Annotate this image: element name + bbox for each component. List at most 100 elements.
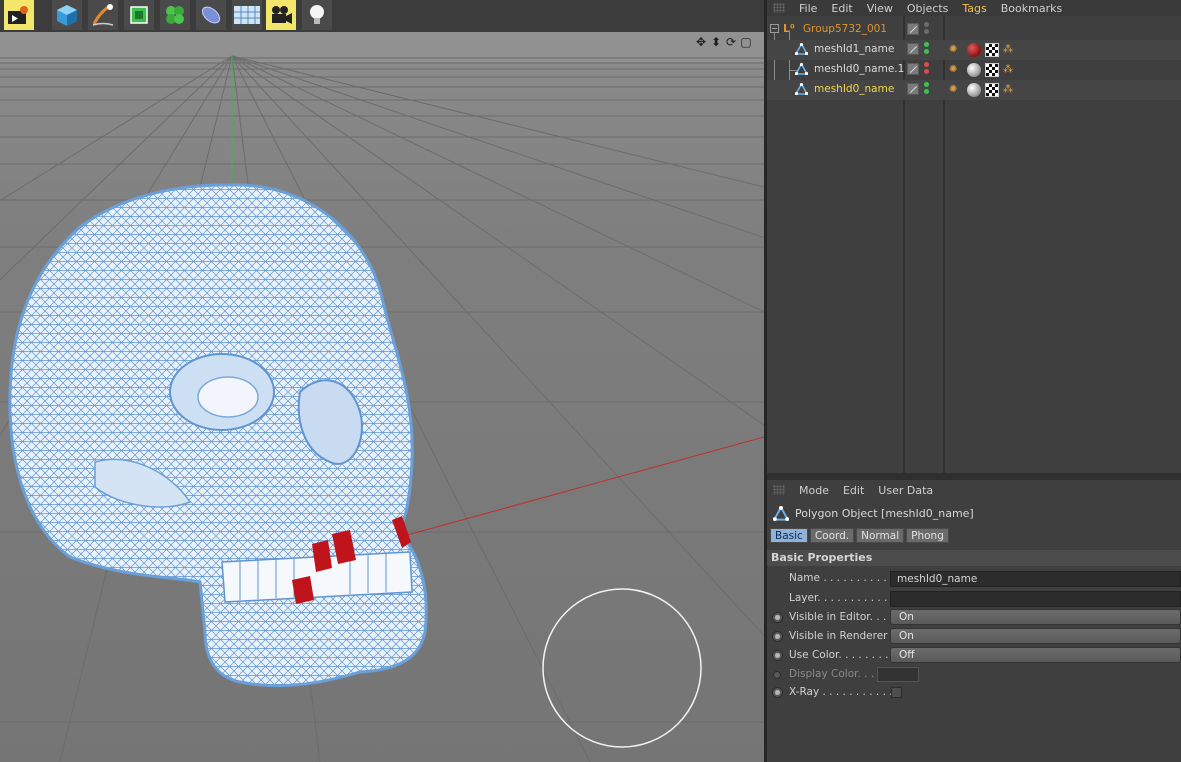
texture-tag-icon[interactable]: [985, 63, 999, 77]
viewport-nav: ✥ ⬍ ⟳ ▢: [695, 35, 752, 49]
tab-coord[interactable]: Coord.: [809, 528, 855, 543]
rotate-view-icon[interactable]: ⟳: [725, 35, 737, 49]
object-row[interactable]: meshId0_name.1 ✺ ⁂: [767, 60, 1181, 80]
prop-layer: Layer. . . . . . . . . . . .: [767, 590, 1181, 608]
visibility-toggle[interactable]: [907, 63, 919, 75]
visible-in-editor-dropdown[interactable]: On: [890, 609, 1181, 625]
deformer-icon[interactable]: [196, 0, 226, 30]
visibility-dots[interactable]: [924, 62, 930, 76]
texture-tag-icon[interactable]: [985, 83, 999, 97]
menu-edit[interactable]: Edit: [831, 2, 852, 15]
section-header: Basic Properties: [767, 550, 1181, 566]
menu-mode[interactable]: Mode: [799, 484, 829, 497]
gizmo-circle: [542, 588, 702, 748]
menu-file[interactable]: File: [799, 2, 817, 15]
material-tag-icon[interactable]: [967, 83, 981, 97]
grip-icon[interactable]: [773, 485, 785, 495]
prop-label: Name . . . . . . . . . . . .: [789, 572, 901, 584]
prop-label: Display Color. . .: [789, 668, 875, 680]
attribute-menubar: Mode Edit User Data: [767, 480, 1181, 500]
prop-display-color: Display Color. . . ▸: [767, 666, 1181, 684]
polygon-object-icon: [795, 83, 808, 95]
cloner-icon[interactable]: [160, 0, 190, 30]
prop-label: Layer. . . . . . . . . . . .: [789, 592, 895, 604]
visibility-dots[interactable]: [924, 42, 930, 56]
menu-user-data[interactable]: User Data: [878, 484, 933, 497]
material-tag-icon[interactable]: [967, 43, 981, 57]
null-object-icon: L⁰: [783, 22, 795, 35]
object-row[interactable]: meshId1_name ✺ ⁂: [767, 40, 1181, 60]
menu-edit[interactable]: Edit: [843, 484, 864, 497]
viewport-panel: ✥ ⬍ ⟳ ▢: [0, 0, 764, 762]
visibility-toggle[interactable]: [907, 23, 919, 35]
camera-icon[interactable]: [266, 0, 296, 30]
animate-radio[interactable]: [772, 687, 783, 698]
visibility-dots[interactable]: [924, 82, 930, 96]
prop-label: Visible in Renderer: [789, 630, 888, 642]
cinema4d-window: ✥ ⬍ ⟳ ▢ File Edit View Objects Tags Book…: [0, 0, 1181, 762]
cube-icon[interactable]: [52, 0, 82, 30]
animate-radio[interactable]: [772, 612, 783, 623]
grip-icon[interactable]: [773, 3, 785, 13]
subdivision-icon[interactable]: [124, 0, 154, 30]
menu-objects[interactable]: Objects: [907, 2, 949, 15]
object-row-group[interactable]: − L⁰ Group5732_001: [767, 20, 1181, 40]
phong-tag-icon[interactable]: ⁂: [1003, 43, 1017, 57]
phong-tag-icon[interactable]: ⁂: [1003, 63, 1017, 77]
uvw-tag-icon[interactable]: ✺: [949, 43, 963, 57]
tab-normal[interactable]: Normal: [856, 528, 905, 543]
animate-radio[interactable]: [772, 650, 783, 661]
attribute-tabs: Basic Coord. Normal Phong: [770, 528, 949, 543]
main-toolbar: [0, 0, 764, 32]
menu-bookmarks[interactable]: Bookmarks: [1001, 2, 1062, 15]
object-row-selected[interactable]: meshId0_name ✺ ⁂: [767, 80, 1181, 100]
object-manager: − L⁰ Group5732_001 meshId1_name ✺ ⁂ mesh…: [767, 16, 1181, 473]
visibility-dots[interactable]: [924, 22, 930, 36]
use-color-dropdown[interactable]: Off: [890, 647, 1181, 663]
render-settings-icon[interactable]: [4, 0, 34, 30]
texture-tag-icon[interactable]: [985, 43, 999, 57]
maximize-view-icon[interactable]: ▢: [740, 35, 752, 49]
viewport-scene: [0, 32, 764, 762]
layer-field[interactable]: [890, 591, 1181, 607]
display-color-swatch[interactable]: [877, 667, 919, 682]
animate-radio[interactable]: [773, 671, 781, 679]
prop-label: Visible in Editor. . .: [789, 611, 887, 623]
object-name[interactable]: Group5732_001: [803, 23, 887, 35]
visible-in-renderer-dropdown[interactable]: On: [890, 628, 1181, 644]
object-type-title: Polygon Object [meshId0_name]: [795, 507, 974, 520]
menu-tags[interactable]: Tags: [962, 2, 986, 15]
polygon-object-icon: [773, 506, 789, 521]
visibility-toggle[interactable]: [907, 83, 919, 95]
uvw-tag-icon[interactable]: ✺: [949, 63, 963, 77]
visibility-toggle[interactable]: [907, 43, 919, 55]
prop-visible-editor: Visible in Editor. . . On: [767, 609, 1181, 627]
object-name[interactable]: meshId0_name: [814, 83, 894, 95]
skull-mesh: [8, 183, 428, 688]
tag-list: ✺ ⁂: [949, 83, 1017, 97]
xray-checkbox[interactable]: [891, 687, 902, 698]
phong-tag-icon[interactable]: ⁂: [1003, 83, 1017, 97]
light-icon[interactable]: [302, 0, 332, 30]
prop-label: Use Color. . . . . . . .: [789, 649, 889, 661]
menu-view[interactable]: View: [867, 2, 893, 15]
object-name[interactable]: meshId1_name: [814, 43, 894, 55]
uvw-tag-icon[interactable]: ✺: [949, 83, 963, 97]
attribute-manager: Mode Edit User Data Polygon Object [mesh…: [767, 480, 1181, 762]
move-view-icon[interactable]: ✥: [695, 35, 707, 49]
pen-icon[interactable]: [88, 0, 118, 30]
material-tag-icon[interactable]: [967, 63, 981, 77]
tab-phong[interactable]: Phong: [906, 528, 949, 543]
panel-divider[interactable]: [767, 473, 1181, 480]
animate-radio[interactable]: [772, 631, 783, 642]
right-panel: File Edit View Objects Tags Bookmarks − …: [767, 0, 1181, 762]
prop-name: Name . . . . . . . . . . . . meshId0_nam…: [767, 570, 1181, 588]
floor-icon[interactable]: [232, 0, 262, 30]
prop-visible-renderer: Visible in Renderer On: [767, 628, 1181, 646]
tab-basic[interactable]: Basic: [770, 528, 808, 543]
object-name[interactable]: meshId0_name.1: [814, 63, 904, 75]
collapse-icon[interactable]: −: [770, 24, 779, 33]
name-field[interactable]: meshId0_name: [890, 571, 1181, 587]
zoom-view-icon[interactable]: ⬍: [710, 35, 722, 49]
3d-viewport[interactable]: ✥ ⬍ ⟳ ▢: [0, 32, 764, 762]
